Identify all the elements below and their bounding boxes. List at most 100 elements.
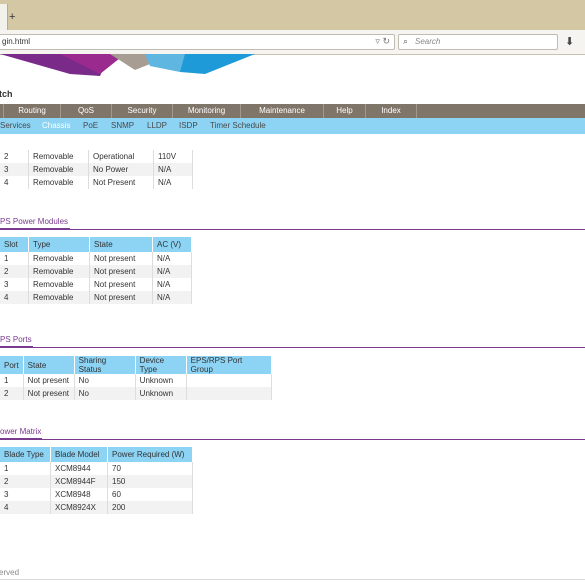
table-cell: Operational	[88, 150, 154, 163]
column-header: Type	[28, 237, 90, 252]
table-row: 4 Removable Not present N/A	[0, 291, 192, 304]
sub-nav-services[interactable]: Services	[0, 118, 31, 134]
main-nav-monitoring[interactable]: Monitoring	[173, 104, 241, 118]
table-cell: Removable	[28, 265, 90, 278]
sub-nav-timer-schedule[interactable]: Timer Schedule	[210, 118, 266, 134]
table-cell	[186, 374, 272, 387]
table-row: 2 XCM8944F 150	[0, 475, 193, 488]
main-nav-index[interactable]: Index	[366, 104, 417, 118]
column-header: State	[89, 237, 153, 252]
table-cell: 3	[0, 488, 51, 501]
table-cell: XCM8944F	[50, 475, 108, 488]
header-banner-graphic	[0, 54, 255, 76]
table-cell: N/A	[153, 163, 193, 176]
main-nav-security[interactable]: Security	[112, 104, 173, 118]
power-matrix-title: ower Matrix	[0, 427, 42, 436]
table-row: 3 Removable Not present N/A	[0, 278, 192, 291]
column-header: Blade Type	[0, 447, 51, 462]
table-cell: No	[74, 387, 136, 400]
table-cell: 4	[0, 501, 51, 514]
address-bar[interactable]: gin.html ▿ ↻	[0, 34, 395, 50]
reload-icon[interactable]: ↻	[382, 36, 390, 46]
table-cell: Not present	[89, 265, 153, 278]
app-title: tch	[0, 89, 13, 99]
table-row: 1 Not present No Unknown	[0, 374, 272, 387]
sub-nav-poe[interactable]: PoE	[83, 118, 98, 134]
table-cell: Removable	[28, 176, 89, 189]
browser-tab[interactable]	[0, 4, 8, 30]
url-bar-icons: ▿ ↻	[375, 36, 390, 47]
dropdown-icon[interactable]: ▿	[375, 36, 380, 46]
table-cell: N/A	[152, 291, 192, 304]
section-rule	[0, 439, 585, 440]
sub-nav-chassis[interactable]: Chassis	[42, 118, 70, 134]
table-cell: No	[74, 374, 136, 387]
table-cell: 2	[0, 475, 51, 488]
table-cell: Not present	[23, 387, 75, 400]
table-cell: N/A	[152, 278, 192, 291]
table-cell: 200	[107, 501, 193, 514]
table-cell: Not present	[89, 278, 153, 291]
table-cell: 2	[0, 387, 24, 400]
power-matrix-table: Blade Type Blade Model Power Required (W) …	[0, 447, 193, 514]
eps-ports-table: Port State Sharing Status Device Type EPS/RP…	[0, 356, 272, 400]
column-header: Blade Model	[50, 447, 108, 462]
table-cell: No Power	[88, 163, 154, 176]
table-cell: 2	[0, 150, 29, 163]
table-row: 3 XCM8948 60	[0, 488, 193, 501]
sub-nav: Services Chassis PoE SNMP LLDP ISDP Timer Sche…	[0, 118, 585, 134]
section-rule	[0, 347, 585, 348]
table-cell: Unknown	[135, 387, 187, 400]
table-cell: Removable	[28, 291, 90, 304]
column-header: Sharing Status	[74, 356, 136, 374]
table-cell: 4	[0, 176, 29, 189]
table-cell: 3	[0, 278, 29, 291]
table-cell: N/A	[153, 176, 193, 189]
table-cell: 110V	[153, 150, 193, 163]
new-tab-button[interactable]: +	[9, 11, 15, 23]
main-nav-qos[interactable]: QoS	[61, 104, 112, 118]
main-nav-routing[interactable]: Routing	[4, 104, 61, 118]
sub-nav-lldp[interactable]: LLDP	[147, 118, 167, 134]
table-cell: Removable	[28, 252, 90, 265]
column-header: Device Type	[135, 356, 187, 374]
table-cell: 3	[0, 163, 29, 176]
column-header: AC (V)	[152, 237, 192, 252]
search-input[interactable]: Search	[415, 37, 440, 46]
search-box[interactable]: ⌕ Search	[398, 34, 558, 50]
table-row: 4 Removable Not Present N/A	[0, 176, 193, 189]
sub-nav-isdp[interactable]: ISDP	[179, 118, 198, 134]
table-row: 1 XCM8944 70	[0, 462, 193, 475]
table-cell: XCM8924X	[50, 501, 108, 514]
column-header: Slot	[0, 237, 29, 252]
page-bottom-rule	[0, 579, 585, 580]
table-row: 2 Removable Not present N/A	[0, 265, 192, 278]
table-cell: Removable	[28, 150, 89, 163]
table-cell: 1	[0, 374, 24, 387]
table-row: 3 Removable No Power N/A	[0, 163, 193, 176]
table-row: 4 XCM8924X 200	[0, 501, 193, 514]
table-cell: XCM8948	[50, 488, 108, 501]
column-header: State	[23, 356, 75, 374]
table-cell	[186, 387, 272, 400]
eps-power-modules-table: Slot Type State AC (V) 1 Removable Not presen…	[0, 237, 192, 304]
main-nav-help[interactable]: Help	[324, 104, 366, 118]
sub-nav-snmp[interactable]: SNMP	[111, 118, 134, 134]
eps-ports-title: PS Ports	[0, 335, 32, 344]
eps-power-modules-title: PS Power Modules	[0, 217, 69, 226]
table-cell: Removable	[28, 163, 89, 176]
table-cell: Removable	[28, 278, 90, 291]
main-nav-maintenance[interactable]: Maintenance	[241, 104, 324, 118]
table-cell: Not present	[89, 252, 153, 265]
table-row: 1 Removable Not present N/A	[0, 252, 192, 265]
table-cell: 70	[107, 462, 193, 475]
download-icon[interactable]: ⬇	[565, 35, 574, 48]
table-cell: Unknown	[135, 374, 187, 387]
column-header: Power Required (W)	[107, 447, 193, 462]
browser-tab-bar: +	[0, 0, 585, 30]
table-cell: 60	[107, 488, 193, 501]
table-cell: N/A	[152, 265, 192, 278]
table-cell: Not Present	[88, 176, 154, 189]
table-cell: 1	[0, 252, 29, 265]
power-supply-table: 2 Removable Operational 110V 3 Removable No Po…	[0, 150, 193, 189]
